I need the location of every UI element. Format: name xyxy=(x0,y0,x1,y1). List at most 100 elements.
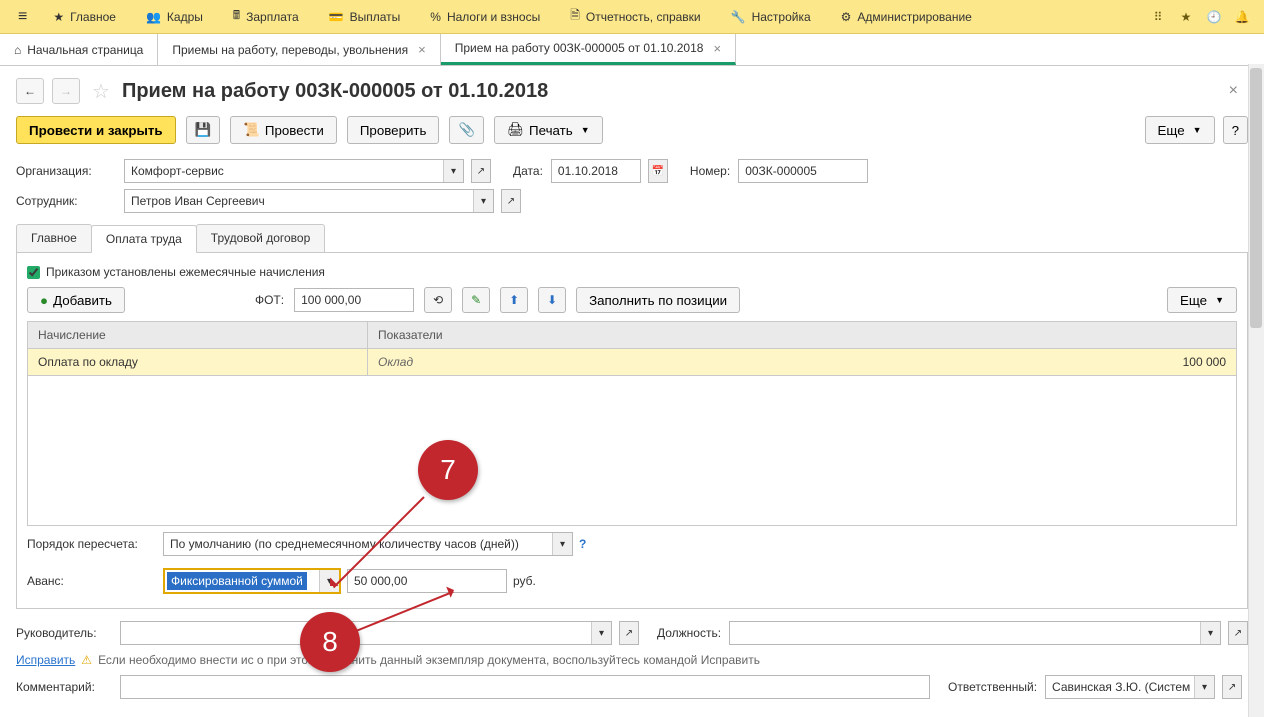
hamburger-icon[interactable]: ≡ xyxy=(8,8,37,26)
more-accruals-button[interactable]: Еще▼ xyxy=(1167,287,1237,313)
move-up-button[interactable]: ⬆ xyxy=(500,287,528,313)
org-row: Организация: Комфорт-сервис ▾ ↗ Дата: 01… xyxy=(0,156,1264,186)
correct-link[interactable]: Исправить xyxy=(16,653,75,667)
scroll-icon: 📜 xyxy=(243,122,260,138)
open-ref-button[interactable]: ↗ xyxy=(471,159,491,183)
move-down-button[interactable]: ⬇ xyxy=(538,287,566,313)
monthly-accruals-checkbox[interactable] xyxy=(27,266,40,279)
accruals-toolbar: ●Добавить ФОТ: 100 000,00 ⟲ ✎ ⬆ ⬇ Заполн… xyxy=(27,287,1237,313)
close-icon[interactable]: × xyxy=(713,41,721,56)
menu-otchet[interactable]: 🗎Отчетность, справки xyxy=(556,0,714,33)
avans-mode-value: Фиксированной суммой xyxy=(167,572,307,590)
favorite-outline-icon[interactable]: ☆ xyxy=(92,79,110,104)
post-button[interactable]: 📜Провести xyxy=(230,116,337,144)
close-icon[interactable]: × xyxy=(418,42,426,57)
menu-admin[interactable]: ⚙Администрирование xyxy=(827,4,986,30)
warning-icon: ⚠ xyxy=(81,653,92,667)
table-empty-space xyxy=(28,376,1237,526)
responsible-label: Ответственный: xyxy=(948,680,1037,694)
comment-field[interactable] xyxy=(120,675,930,699)
dropdown-icon[interactable]: ▾ xyxy=(591,622,611,644)
open-ref-button[interactable]: ↗ xyxy=(501,189,521,213)
position-field[interactable]: ▾ xyxy=(729,621,1221,645)
printer-icon: 🖨 xyxy=(507,122,524,138)
report-icon: 🗎 xyxy=(570,6,580,27)
number-field[interactable]: 00ЗК-000005 xyxy=(738,159,868,183)
paperclip-icon: 📎 xyxy=(458,122,475,138)
people-icon: 👥 xyxy=(146,10,161,24)
nav-back-button[interactable]: ← xyxy=(16,78,44,104)
avans-unit: руб. xyxy=(513,574,536,588)
calendar-button[interactable]: 📅 xyxy=(648,159,668,183)
number-label: Номер: xyxy=(690,164,730,178)
avans-mode-field[interactable]: Фиксированной суммой ▾ xyxy=(163,568,341,594)
menu-vyplaty[interactable]: 💳Выплаты xyxy=(315,4,415,30)
open-ref-button[interactable]: ↗ xyxy=(1228,621,1248,645)
more-button[interactable]: Еще▼ xyxy=(1145,116,1215,144)
recalc-label: Порядок пересчета: xyxy=(27,537,157,551)
vertical-scrollbar[interactable] xyxy=(1248,64,1264,717)
org-label: Организация: xyxy=(16,164,116,178)
org-value: Комфорт-сервис xyxy=(131,164,443,178)
attach-button[interactable]: 📎 xyxy=(449,116,484,144)
doc-tab-payment[interactable]: Оплата труда xyxy=(91,225,197,253)
top-menu-bar: ≡ ★Главное 👥Кадры 🖩Зарплата 💳Выплаты %На… xyxy=(0,0,1264,34)
nav-forward-button[interactable]: → xyxy=(52,78,80,104)
dropdown-icon[interactable]: ▾ xyxy=(473,190,493,212)
menu-zarplata[interactable]: 🖩Зарплата xyxy=(219,0,313,33)
responsible-field[interactable]: Савинская З.Ю. (Систем ▾ xyxy=(1045,675,1215,699)
dropdown-icon[interactable]: ▾ xyxy=(1200,622,1220,644)
page-title: Прием на работу 00ЗК-000005 от 01.10.201… xyxy=(122,80,548,103)
refresh-button[interactable]: ⟲ xyxy=(424,287,452,313)
scrollbar-thumb[interactable] xyxy=(1250,68,1262,328)
home-icon: ⌂ xyxy=(14,43,21,57)
annotation-8: 8 xyxy=(300,612,360,672)
apps-icon[interactable]: ⠿ xyxy=(1148,7,1168,27)
tab-list[interactable]: Приемы на работу, переводы, увольнения × xyxy=(158,34,440,65)
check-button[interactable]: Проверить xyxy=(347,116,440,144)
dropdown-icon[interactable]: ▾ xyxy=(443,160,463,182)
comment-label: Комментарий: xyxy=(16,680,112,694)
open-ref-button[interactable]: ↗ xyxy=(619,621,639,645)
date-label: Дата: xyxy=(513,164,543,178)
top-menu-right: ⠿ ★ 🕘 🔔 xyxy=(1148,7,1256,27)
employee-field[interactable]: Петров Иван Сергеевич ▾ xyxy=(124,189,494,213)
fill-by-position-button[interactable]: Заполнить по позиции xyxy=(576,287,740,313)
doc-tab-main[interactable]: Главное xyxy=(16,224,92,252)
history-icon[interactable]: 🕘 xyxy=(1204,7,1224,27)
table-row[interactable]: Оплата по окладу Оклад 100 000 xyxy=(28,349,1237,376)
date-field[interactable]: 01.10.2018 xyxy=(551,159,641,183)
dropdown-icon[interactable]: ▾ xyxy=(552,533,572,555)
tab-list-label: Приемы на работу, переводы, увольнения xyxy=(172,43,408,57)
top-menu-left: ≡ ★Главное 👥Кадры 🖩Зарплата 💳Выплаты %На… xyxy=(8,0,986,33)
print-button[interactable]: 🖨Печать▼ xyxy=(494,116,603,144)
dropdown-icon[interactable]: ▾ xyxy=(1194,676,1214,698)
bell-icon[interactable]: 🔔 xyxy=(1232,7,1252,27)
help-icon[interactable]: ? xyxy=(579,537,586,551)
favorite-icon[interactable]: ★ xyxy=(1176,7,1196,27)
add-button[interactable]: ●Добавить xyxy=(27,287,125,313)
diskette-icon: 💾 xyxy=(195,122,212,138)
menu-kadry[interactable]: 👥Кадры xyxy=(132,4,217,30)
org-field[interactable]: Комфорт-сервис ▾ xyxy=(124,159,464,183)
tab-home-label: Начальная страница xyxy=(27,43,143,57)
correction-hint-row: Исправить ⚠ Если необходимо внести ис о … xyxy=(16,649,1248,671)
post-and-close-button[interactable]: Провести и закрыть xyxy=(16,116,176,144)
menu-main[interactable]: ★Главное xyxy=(39,4,130,30)
doc-tab-contract[interactable]: Трудовой договор xyxy=(196,224,325,252)
edit-button[interactable]: ✎ xyxy=(462,287,490,313)
help-button[interactable]: ? xyxy=(1223,116,1248,144)
comment-row: Комментарий: Ответственный: Савинская З.… xyxy=(16,671,1248,703)
tab-home[interactable]: ⌂ Начальная страница xyxy=(0,34,158,65)
cell-accrual: Оплата по окладу xyxy=(28,349,368,376)
fot-field[interactable]: 100 000,00 xyxy=(294,288,414,312)
menu-nastroika[interactable]: 🔧Настройка xyxy=(717,4,825,30)
wrench-icon: 🔧 xyxy=(731,10,746,24)
close-page-button[interactable]: × xyxy=(1219,78,1248,104)
save-button[interactable]: 💾 xyxy=(186,116,221,144)
avans-amount-field[interactable]: 50 000,00 xyxy=(347,569,507,593)
menu-nalogi[interactable]: %Налоги и взносы xyxy=(416,4,554,30)
open-ref-button[interactable]: ↗ xyxy=(1222,675,1242,699)
tab-document[interactable]: Прием на работу 00ЗК-000005 от 01.10.201… xyxy=(441,34,736,65)
accruals-table: Начисление Показатели Оплата по окладу О… xyxy=(27,321,1237,526)
